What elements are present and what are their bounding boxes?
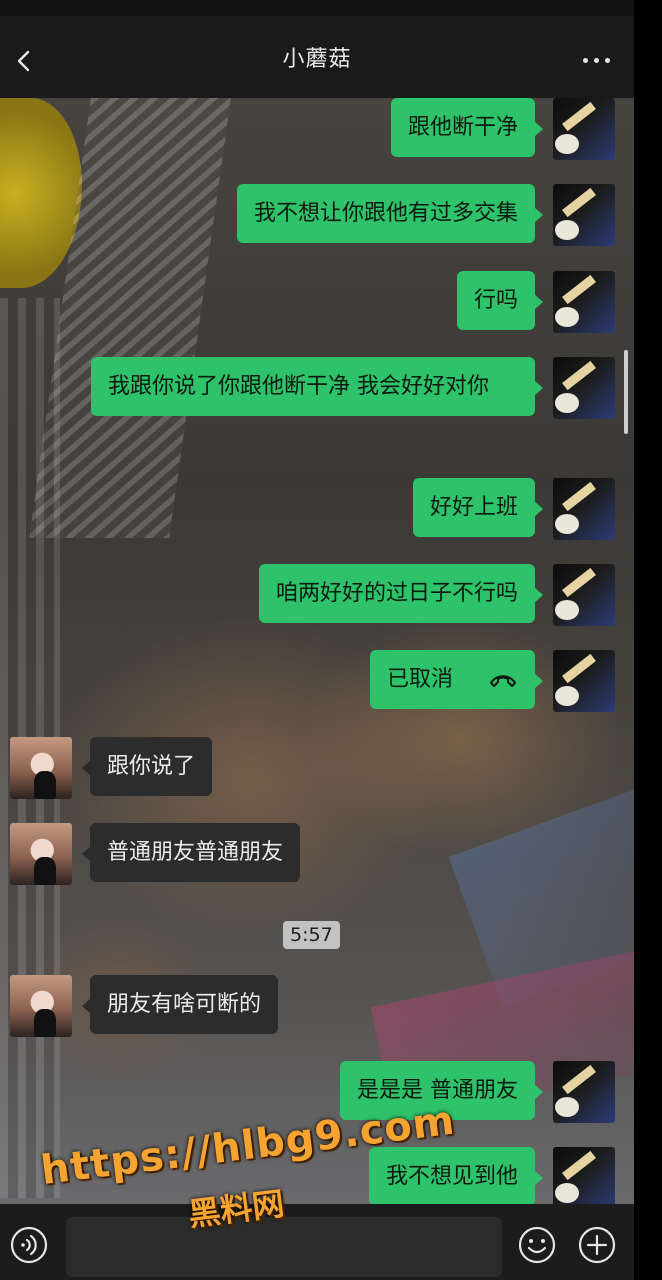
message-input[interactable] xyxy=(66,1217,502,1277)
message-row-incoming: 跟你说了 xyxy=(10,737,213,799)
message-list[interactable]: 跟他断干净 我不想让你跟他有过多交集 行吗 我跟你说了你跟他断干净 我会好好对你… xyxy=(0,98,634,1204)
message-bubble[interactable]: 跟你说了 xyxy=(81,737,213,796)
my-avatar[interactable] xyxy=(553,184,615,246)
chat-input-bar xyxy=(0,1204,634,1280)
message-row-outgoing: 跟他断干净 xyxy=(390,98,615,160)
more-icon[interactable] xyxy=(583,58,610,63)
status-bar xyxy=(0,0,634,16)
message-text: 好好上班 xyxy=(429,495,518,520)
voice-icon[interactable] xyxy=(9,1225,49,1265)
contact-avatar[interactable] xyxy=(10,737,72,799)
message-bubble[interactable]: 行吗 xyxy=(456,271,544,330)
screen-edge xyxy=(634,0,662,1280)
message-text: 跟你说了 xyxy=(107,754,196,779)
message-text: 跟他断干净 xyxy=(407,115,518,140)
chat-title: 小蘑菇 xyxy=(282,47,352,72)
message-text: 普通朋友普通朋友 xyxy=(107,840,284,865)
message-text: 我跟你说了你跟他断干净 我会好好对你 xyxy=(108,374,489,399)
message-bubble[interactable]: 我不想见到他 xyxy=(368,1147,544,1204)
my-avatar[interactable] xyxy=(553,98,615,160)
my-avatar[interactable] xyxy=(553,650,615,712)
plus-icon[interactable] xyxy=(577,1225,617,1265)
my-avatar[interactable] xyxy=(553,478,615,540)
message-text: 咱两好好的过日子不行吗 xyxy=(275,581,518,606)
message-row-outgoing: 行吗 xyxy=(456,271,615,333)
message-text: 朋友有啥可断的 xyxy=(107,992,262,1017)
my-avatar[interactable] xyxy=(553,1147,615,1204)
wechat-chat-screen: 小蘑菇 跟他断干净 我不想让你跟他有过多交集 行吗 我跟你说了你跟他断干净 我会… xyxy=(0,0,634,1280)
message-bubble[interactable]: 咱两好好的过日子不行吗 xyxy=(258,564,544,623)
message-row-outgoing: 我不想让你跟他有过多交集 xyxy=(236,184,615,246)
message-bubble[interactable]: 跟他断干净 xyxy=(390,98,544,157)
phone-hangup-icon xyxy=(490,675,516,687)
message-row-incoming: 朋友有啥可断的 xyxy=(10,975,279,1037)
message-bubble[interactable]: 我跟你说了你跟他断干净 我会好好对你 xyxy=(91,357,543,416)
message-bubble[interactable]: 我不想让你跟他有过多交集 xyxy=(236,184,544,243)
message-row-outgoing: 咱两好好的过日子不行吗 xyxy=(258,564,615,626)
message-row-incoming: 普通朋友普通朋友 xyxy=(10,823,301,885)
message-bubble[interactable]: 普通朋友普通朋友 xyxy=(81,823,301,882)
message-timestamp: 5:57 xyxy=(283,921,340,949)
voice-call-bubble[interactable]: 已取消 xyxy=(369,650,544,709)
chat-header: 小蘑菇 xyxy=(0,16,634,98)
contact-avatar[interactable] xyxy=(10,823,72,885)
my-avatar[interactable] xyxy=(553,1061,615,1123)
scroll-indicator[interactable] xyxy=(624,350,628,434)
emoji-icon[interactable] xyxy=(517,1225,557,1265)
message-row-outgoing: 已取消 xyxy=(369,650,615,712)
my-avatar[interactable] xyxy=(553,564,615,626)
message-row-outgoing: 我不想见到他 xyxy=(368,1147,615,1204)
my-avatar[interactable] xyxy=(553,271,615,333)
message-text: 我不想见到他 xyxy=(385,1164,518,1189)
message-row-outgoing: 好好上班 xyxy=(412,478,615,540)
message-text: 我不想让你跟他有过多交集 xyxy=(253,201,518,226)
message-row-outgoing: 我跟你说了你跟他断干净 我会好好对你 xyxy=(91,357,615,419)
my-avatar[interactable] xyxy=(553,357,615,419)
contact-avatar[interactable] xyxy=(10,975,72,1037)
call-status-text: 已取消 xyxy=(386,667,453,692)
message-text: 行吗 xyxy=(473,288,518,313)
back-icon[interactable] xyxy=(12,49,36,73)
message-bubble[interactable]: 朋友有啥可断的 xyxy=(81,975,279,1034)
message-bubble[interactable]: 好好上班 xyxy=(412,478,544,537)
